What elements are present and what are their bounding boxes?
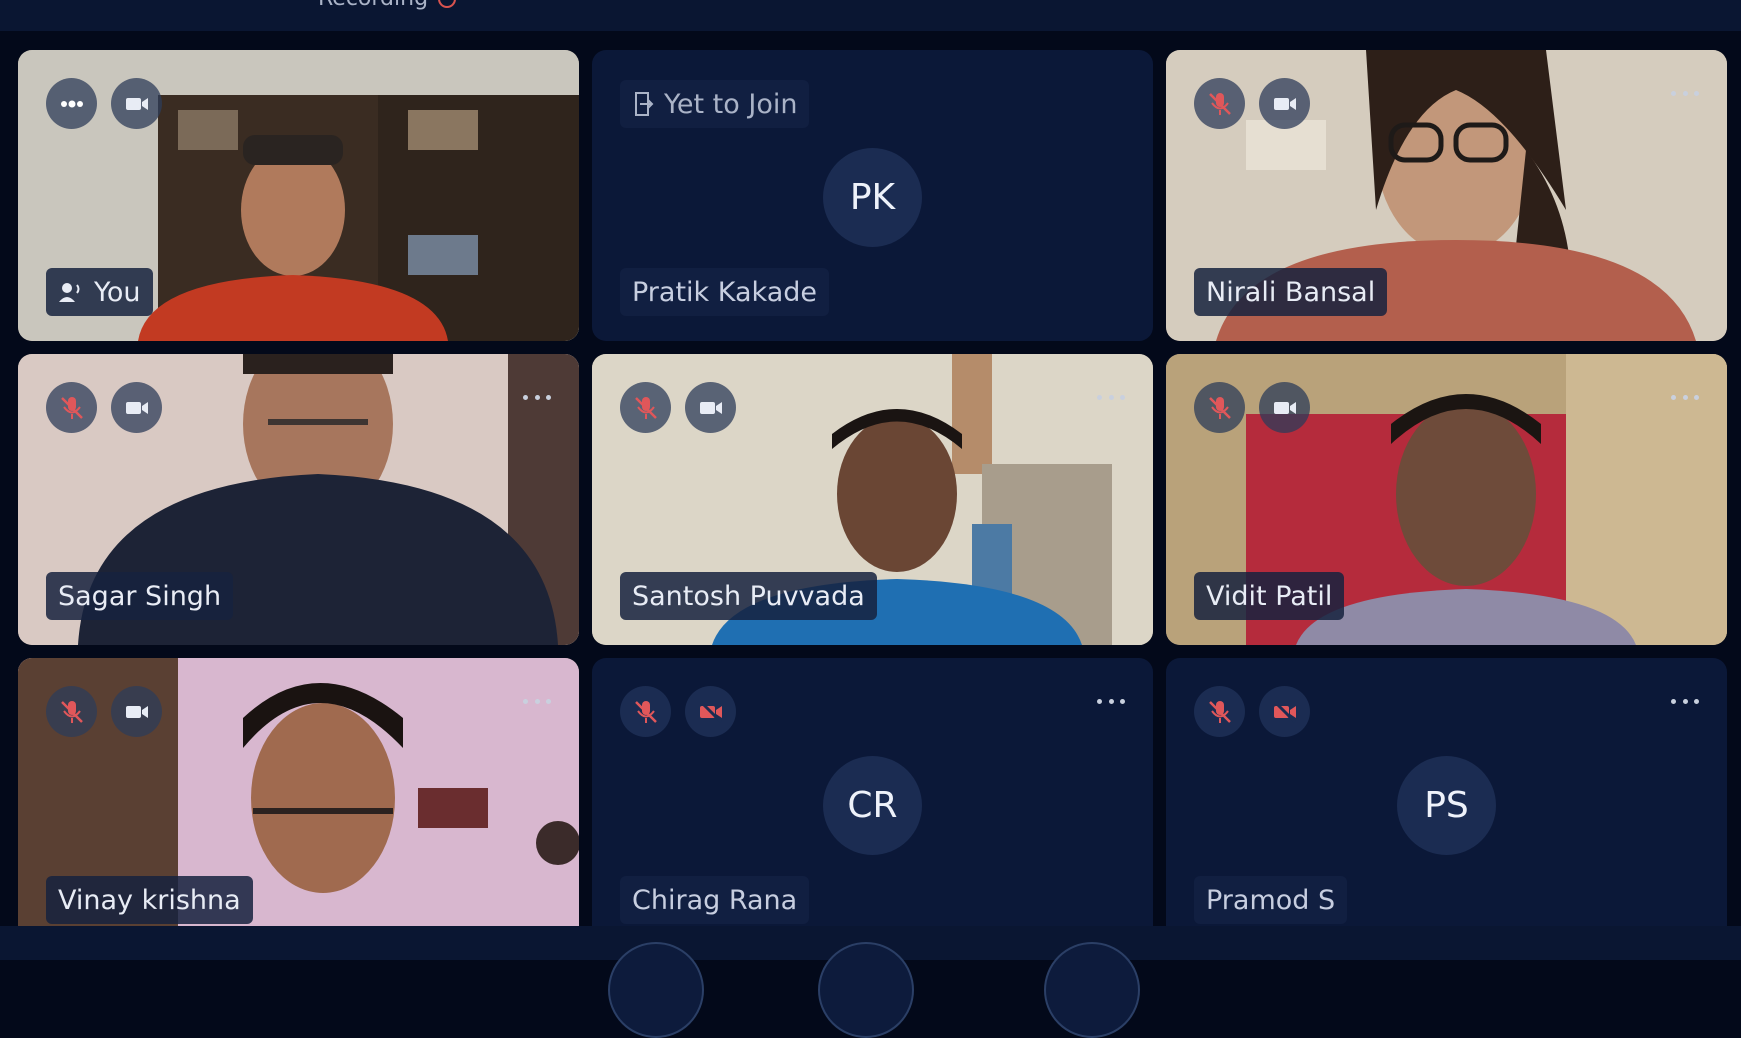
tile-controls bbox=[1194, 686, 1310, 737]
camera-icon bbox=[125, 705, 148, 718]
camera-button[interactable] bbox=[1259, 78, 1310, 129]
more-options-button[interactable] bbox=[523, 694, 551, 708]
camera-button[interactable] bbox=[111, 686, 162, 737]
toolbar-button-camera[interactable] bbox=[818, 942, 914, 1038]
participant-name-tag: Pramod S bbox=[1194, 876, 1348, 924]
participant-name: Santosh Puvvada bbox=[632, 580, 865, 612]
avatar: CR bbox=[823, 756, 922, 855]
avatar: PS bbox=[1397, 756, 1496, 855]
camera-off-icon bbox=[1273, 700, 1296, 723]
camera-button[interactable] bbox=[111, 78, 162, 129]
tile-controls bbox=[46, 78, 162, 129]
participant-tile-pratik[interactable]: Yet to Join PK Pratik Kakade bbox=[592, 50, 1153, 341]
participant-tile-pramod[interactable]: PS Pramod S bbox=[1166, 658, 1727, 926]
camera-icon bbox=[125, 401, 148, 414]
recording-indicator[interactable]: Recording bbox=[318, 0, 457, 11]
participant-name-tag: Santosh Puvvada bbox=[620, 572, 877, 620]
participant-name: Vidit Patil bbox=[1206, 580, 1333, 612]
mic-muted-icon bbox=[1208, 700, 1231, 723]
recording-dot-icon bbox=[438, 0, 457, 8]
participant-name: Pratik Kakade bbox=[632, 276, 817, 308]
tile-controls bbox=[1194, 382, 1310, 433]
camera-button[interactable] bbox=[1259, 686, 1310, 737]
speaking-indicator[interactable] bbox=[46, 78, 97, 129]
mic-button[interactable] bbox=[46, 382, 97, 433]
camera-icon bbox=[1273, 97, 1296, 110]
participant-tile-nirali[interactable]: Nirali Bansal bbox=[1166, 50, 1727, 341]
participant-name-tag: Pratik Kakade bbox=[620, 268, 829, 316]
participant-name: Nirali Bansal bbox=[1206, 276, 1376, 308]
mic-button[interactable] bbox=[1194, 686, 1245, 737]
more-icon bbox=[1671, 698, 1676, 704]
participant-tile-you[interactable]: You bbox=[18, 50, 579, 341]
camera-button[interactable] bbox=[1259, 382, 1310, 433]
toolbar-button-mic[interactable] bbox=[608, 942, 704, 1038]
participant-tile-sagar[interactable]: Sagar Singh bbox=[18, 354, 579, 645]
more-options-button[interactable] bbox=[1097, 694, 1125, 708]
tile-controls bbox=[620, 686, 736, 737]
participant-name-tag: Sagar Singh bbox=[46, 572, 234, 620]
avatar: PK bbox=[823, 148, 922, 247]
mic-button[interactable] bbox=[1194, 78, 1245, 129]
more-options-button[interactable] bbox=[1671, 694, 1699, 708]
tile-controls bbox=[620, 382, 736, 433]
yet-to-join-label: Yet to Join bbox=[664, 88, 798, 120]
more-icon bbox=[523, 394, 528, 400]
more-options-button[interactable] bbox=[1671, 390, 1699, 404]
participant-name: You bbox=[94, 276, 141, 308]
participant-name-tag: You bbox=[46, 268, 153, 316]
participant-name: Pramod S bbox=[1206, 884, 1336, 916]
mic-muted-icon bbox=[60, 396, 83, 419]
exit-door-icon bbox=[635, 92, 654, 116]
more-icon bbox=[1671, 394, 1676, 400]
participant-name: Chirag Rana bbox=[632, 884, 798, 916]
camera-icon bbox=[125, 97, 148, 110]
participant-tile-vidit[interactable]: Vidit Patil bbox=[1166, 354, 1727, 645]
participant-name: Vinay krishna bbox=[58, 884, 241, 916]
tile-controls bbox=[1194, 78, 1310, 129]
mic-muted-icon bbox=[1208, 396, 1231, 419]
camera-button[interactable] bbox=[111, 382, 162, 433]
more-options-button[interactable] bbox=[1671, 86, 1699, 100]
participant-tile-santosh[interactable]: Santosh Puvvada bbox=[592, 354, 1153, 645]
participant-tile-vinay[interactable]: Vinay krishna bbox=[18, 658, 579, 926]
participant-name-tag: Vidit Patil bbox=[1194, 572, 1345, 620]
more-options-button[interactable] bbox=[1097, 390, 1125, 404]
more-icon bbox=[523, 698, 528, 704]
camera-button[interactable] bbox=[685, 382, 736, 433]
mic-muted-icon bbox=[60, 700, 83, 723]
more-icon bbox=[1097, 394, 1102, 400]
toolbar-button-share[interactable] bbox=[1044, 942, 1140, 1038]
top-bar: Recording bbox=[0, 0, 1741, 31]
camera-button[interactable] bbox=[685, 686, 736, 737]
participant-name-tag: Vinay krishna bbox=[46, 876, 253, 924]
more-icon bbox=[1097, 698, 1102, 704]
mic-button[interactable] bbox=[1194, 382, 1245, 433]
bottom-toolbar bbox=[0, 926, 1741, 1038]
recording-label: Recording bbox=[318, 0, 428, 11]
mic-muted-icon bbox=[634, 396, 657, 419]
tile-controls bbox=[46, 382, 162, 433]
mic-button[interactable] bbox=[46, 686, 97, 737]
more-icon bbox=[1671, 90, 1676, 96]
participant-tile-chirag[interactable]: CR Chirag Rana bbox=[592, 658, 1153, 926]
camera-icon bbox=[1273, 401, 1296, 414]
camera-off-icon bbox=[699, 700, 722, 723]
participant-name: Sagar Singh bbox=[58, 580, 222, 612]
mic-muted-icon bbox=[634, 700, 657, 723]
speaker-wave-icon bbox=[60, 100, 83, 107]
mic-muted-icon bbox=[1208, 92, 1231, 115]
mic-button[interactable] bbox=[620, 686, 671, 737]
participant-name-tag: Chirag Rana bbox=[620, 876, 810, 924]
more-options-button[interactable] bbox=[523, 390, 551, 404]
participant-name-tag: Nirali Bansal bbox=[1194, 268, 1388, 316]
tile-controls bbox=[46, 686, 162, 737]
yet-to-join-badge: Yet to Join bbox=[620, 80, 810, 128]
speaking-person-icon bbox=[59, 283, 80, 302]
mic-button[interactable] bbox=[620, 382, 671, 433]
camera-icon bbox=[699, 401, 722, 414]
